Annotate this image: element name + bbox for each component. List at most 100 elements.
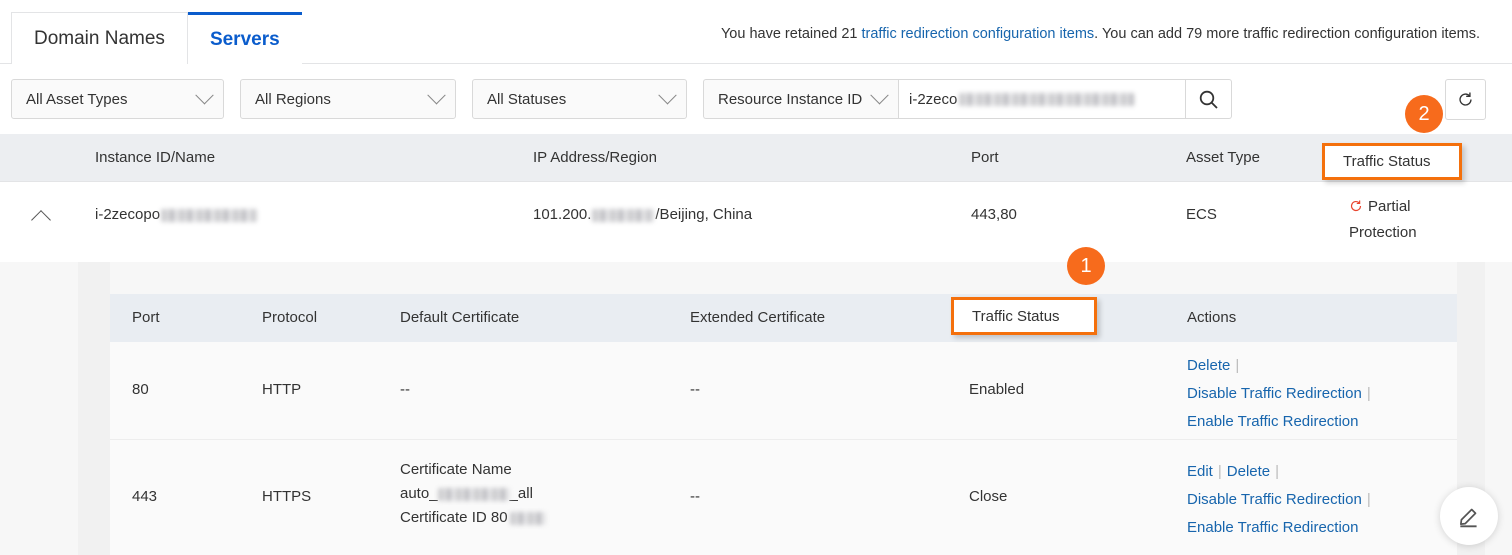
separator: | — [1235, 357, 1240, 374]
notice-prefix: You have retained 21 — [720, 26, 862, 42]
collapse-row-chevron-up-icon[interactable] — [31, 210, 51, 230]
delete-link[interactable]: Delete — [1227, 463, 1270, 480]
asset-type-select[interactable]: All Asset Types — [11, 79, 224, 119]
expanded-detail-panel: Port Protocol Default Certificate Extend… — [0, 262, 1512, 555]
tab-domain-names-label: Domain Names — [34, 27, 165, 49]
redacted-text — [509, 511, 546, 525]
callout-badge-1: 1 — [1067, 247, 1105, 285]
cert-name-prefix: auto_ — [400, 485, 438, 502]
action-line: Edit | Delete | — [1187, 458, 1447, 486]
region-select[interactable]: All Regions — [240, 79, 456, 119]
cell-default-certificate: Certificate Name auto_ _all Certificate I… — [400, 458, 546, 530]
cell-port: 80 — [132, 381, 149, 398]
pencil-edit-icon — [1460, 508, 1477, 528]
cell-default-certificate: -- — [400, 381, 410, 398]
action-line: Enable Traffic Redirection — [1187, 408, 1447, 436]
cell-extended-certificate: -- — [690, 488, 700, 505]
disable-traffic-redirection-link[interactable]: Disable Traffic Redirection — [1187, 491, 1362, 508]
status-select[interactable]: All Statuses — [472, 79, 687, 119]
separator: | — [1366, 385, 1371, 402]
chevron-down-icon — [427, 85, 446, 104]
ports-table: Port Protocol Default Certificate Extend… — [110, 294, 1457, 555]
highlight-label: Traffic Status — [972, 307, 1060, 325]
highlight-box-traffic-status-outer: Traffic Status — [1322, 143, 1462, 180]
col-extended-certificate: Extended Certificate — [690, 309, 826, 326]
table-row[interactable]: 80 HTTP -- -- Enabled Delete | Disable Tr… — [110, 342, 1457, 439]
row-actions: Edit | Delete | Disable Traffic Redirection… — [1187, 458, 1447, 542]
search-field-value: Resource Instance ID — [718, 90, 863, 108]
action-line: Disable Traffic Redirection | — [1187, 486, 1447, 514]
highlight-box-traffic-status-inner: Traffic Status — [951, 297, 1097, 335]
action-line: Delete | — [1187, 352, 1447, 380]
search-group: Resource Instance ID i-2zeco — [703, 79, 1232, 119]
action-line: Enable Traffic Redirection — [1187, 514, 1447, 542]
certificate-name-label: Certificate Name — [400, 461, 512, 478]
callout-badge-2-label: 2 — [1418, 102, 1430, 125]
redacted-text — [959, 92, 1135, 106]
col-instance-id-name: Instance ID/Name — [95, 149, 216, 166]
notice-link[interactable]: traffic redirection configuration items — [862, 26, 1095, 42]
separator: | — [1275, 463, 1280, 480]
status-value: All Statuses — [487, 90, 567, 108]
cell-ip-region: 101.200. /Beijing, China — [533, 206, 752, 223]
chevron-down-icon — [658, 85, 677, 104]
status-badge-partial-protection: Partial Protection — [1349, 194, 1469, 246]
redacted-text — [592, 208, 655, 222]
refresh-icon — [1459, 92, 1472, 106]
refresh-button[interactable] — [1445, 78, 1486, 120]
chevron-down-icon — [195, 85, 214, 104]
tab-servers[interactable]: Servers — [187, 12, 302, 65]
cell-traffic-status: Close — [969, 488, 1008, 505]
highlight-label: Traffic Status — [1343, 153, 1431, 170]
cell-asset-type: ECS — [1186, 206, 1217, 223]
region-text: /Beijing, China — [655, 206, 753, 223]
cert-id-label: Certificate ID 80 — [400, 509, 508, 526]
certificate-name-value: auto_ _all — [400, 482, 546, 506]
col-protocol: Protocol — [262, 309, 318, 326]
col-default-certificate: Default Certificate — [400, 309, 520, 326]
callout-badge-1-label: 1 — [1080, 254, 1092, 277]
certificate-id-value: Certificate ID 80 — [400, 506, 546, 530]
disable-traffic-redirection-link[interactable]: Disable Traffic Redirection — [1187, 385, 1362, 402]
floating-edit-button[interactable] — [1440, 487, 1498, 545]
cert-name-suffix: _all — [509, 485, 533, 502]
refresh-circle-icon — [1350, 200, 1362, 212]
redacted-text — [161, 208, 258, 222]
expand-gutter-left — [78, 262, 110, 555]
instance-id-text: i-2zecopo — [95, 206, 161, 223]
enable-traffic-redirection-link[interactable]: Enable Traffic Redirection — [1187, 519, 1358, 536]
region-value: All Regions — [255, 90, 331, 108]
search-input-value: i-2zeco — [909, 90, 958, 108]
ip-address-text: 101.200. — [533, 206, 592, 223]
server-row[interactable]: i-2zecopo 101.200. /Beijing, China 443,80… — [0, 182, 1512, 268]
asset-type-value: All Asset Types — [26, 90, 128, 108]
search-icon — [1199, 90, 1218, 109]
cell-extended-certificate: -- — [690, 381, 700, 398]
search-input[interactable]: i-2zeco — [898, 79, 1186, 119]
redacted-text — [437, 487, 510, 501]
tab-servers-label: Servers — [209, 28, 280, 50]
edit-link[interactable]: Edit — [1187, 463, 1213, 480]
cell-port: 443 — [132, 488, 158, 505]
ports-table-header: Port Protocol Default Certificate Extend… — [110, 294, 1457, 342]
separator: | — [1366, 491, 1371, 508]
retention-notice: You have retained 21 traffic redirection… — [721, 26, 1480, 42]
filter-bar: All Asset Types All Regions All Statuses… — [0, 64, 1512, 134]
col-port: Port — [132, 309, 160, 326]
enable-traffic-redirection-link[interactable]: Enable Traffic Redirection — [1187, 413, 1358, 430]
col-port: Port — [971, 149, 999, 166]
callout-badge-2: 2 — [1405, 95, 1443, 133]
cell-protocol: HTTP — [262, 381, 302, 398]
row-actions: Delete | Disable Traffic Redirection | Ena… — [1187, 352, 1447, 436]
cell-instance-id: i-2zecopo — [95, 206, 258, 223]
tab-bar: Domain Names Servers You have retained 2… — [0, 0, 1512, 65]
tab-domain-names[interactable]: Domain Names — [11, 12, 188, 64]
search-field-select[interactable]: Resource Instance ID — [703, 79, 898, 119]
table-row[interactable]: 443 HTTPS Certificate Name auto_ _all Cer… — [110, 439, 1457, 555]
col-ip-address-region: IP Address/Region — [533, 149, 657, 166]
chevron-down-icon — [870, 85, 889, 104]
delete-link[interactable]: Delete — [1187, 357, 1230, 374]
search-button[interactable] — [1186, 79, 1232, 119]
cell-traffic-status: Enabled — [969, 381, 1025, 398]
action-line: Disable Traffic Redirection | — [1187, 380, 1447, 408]
